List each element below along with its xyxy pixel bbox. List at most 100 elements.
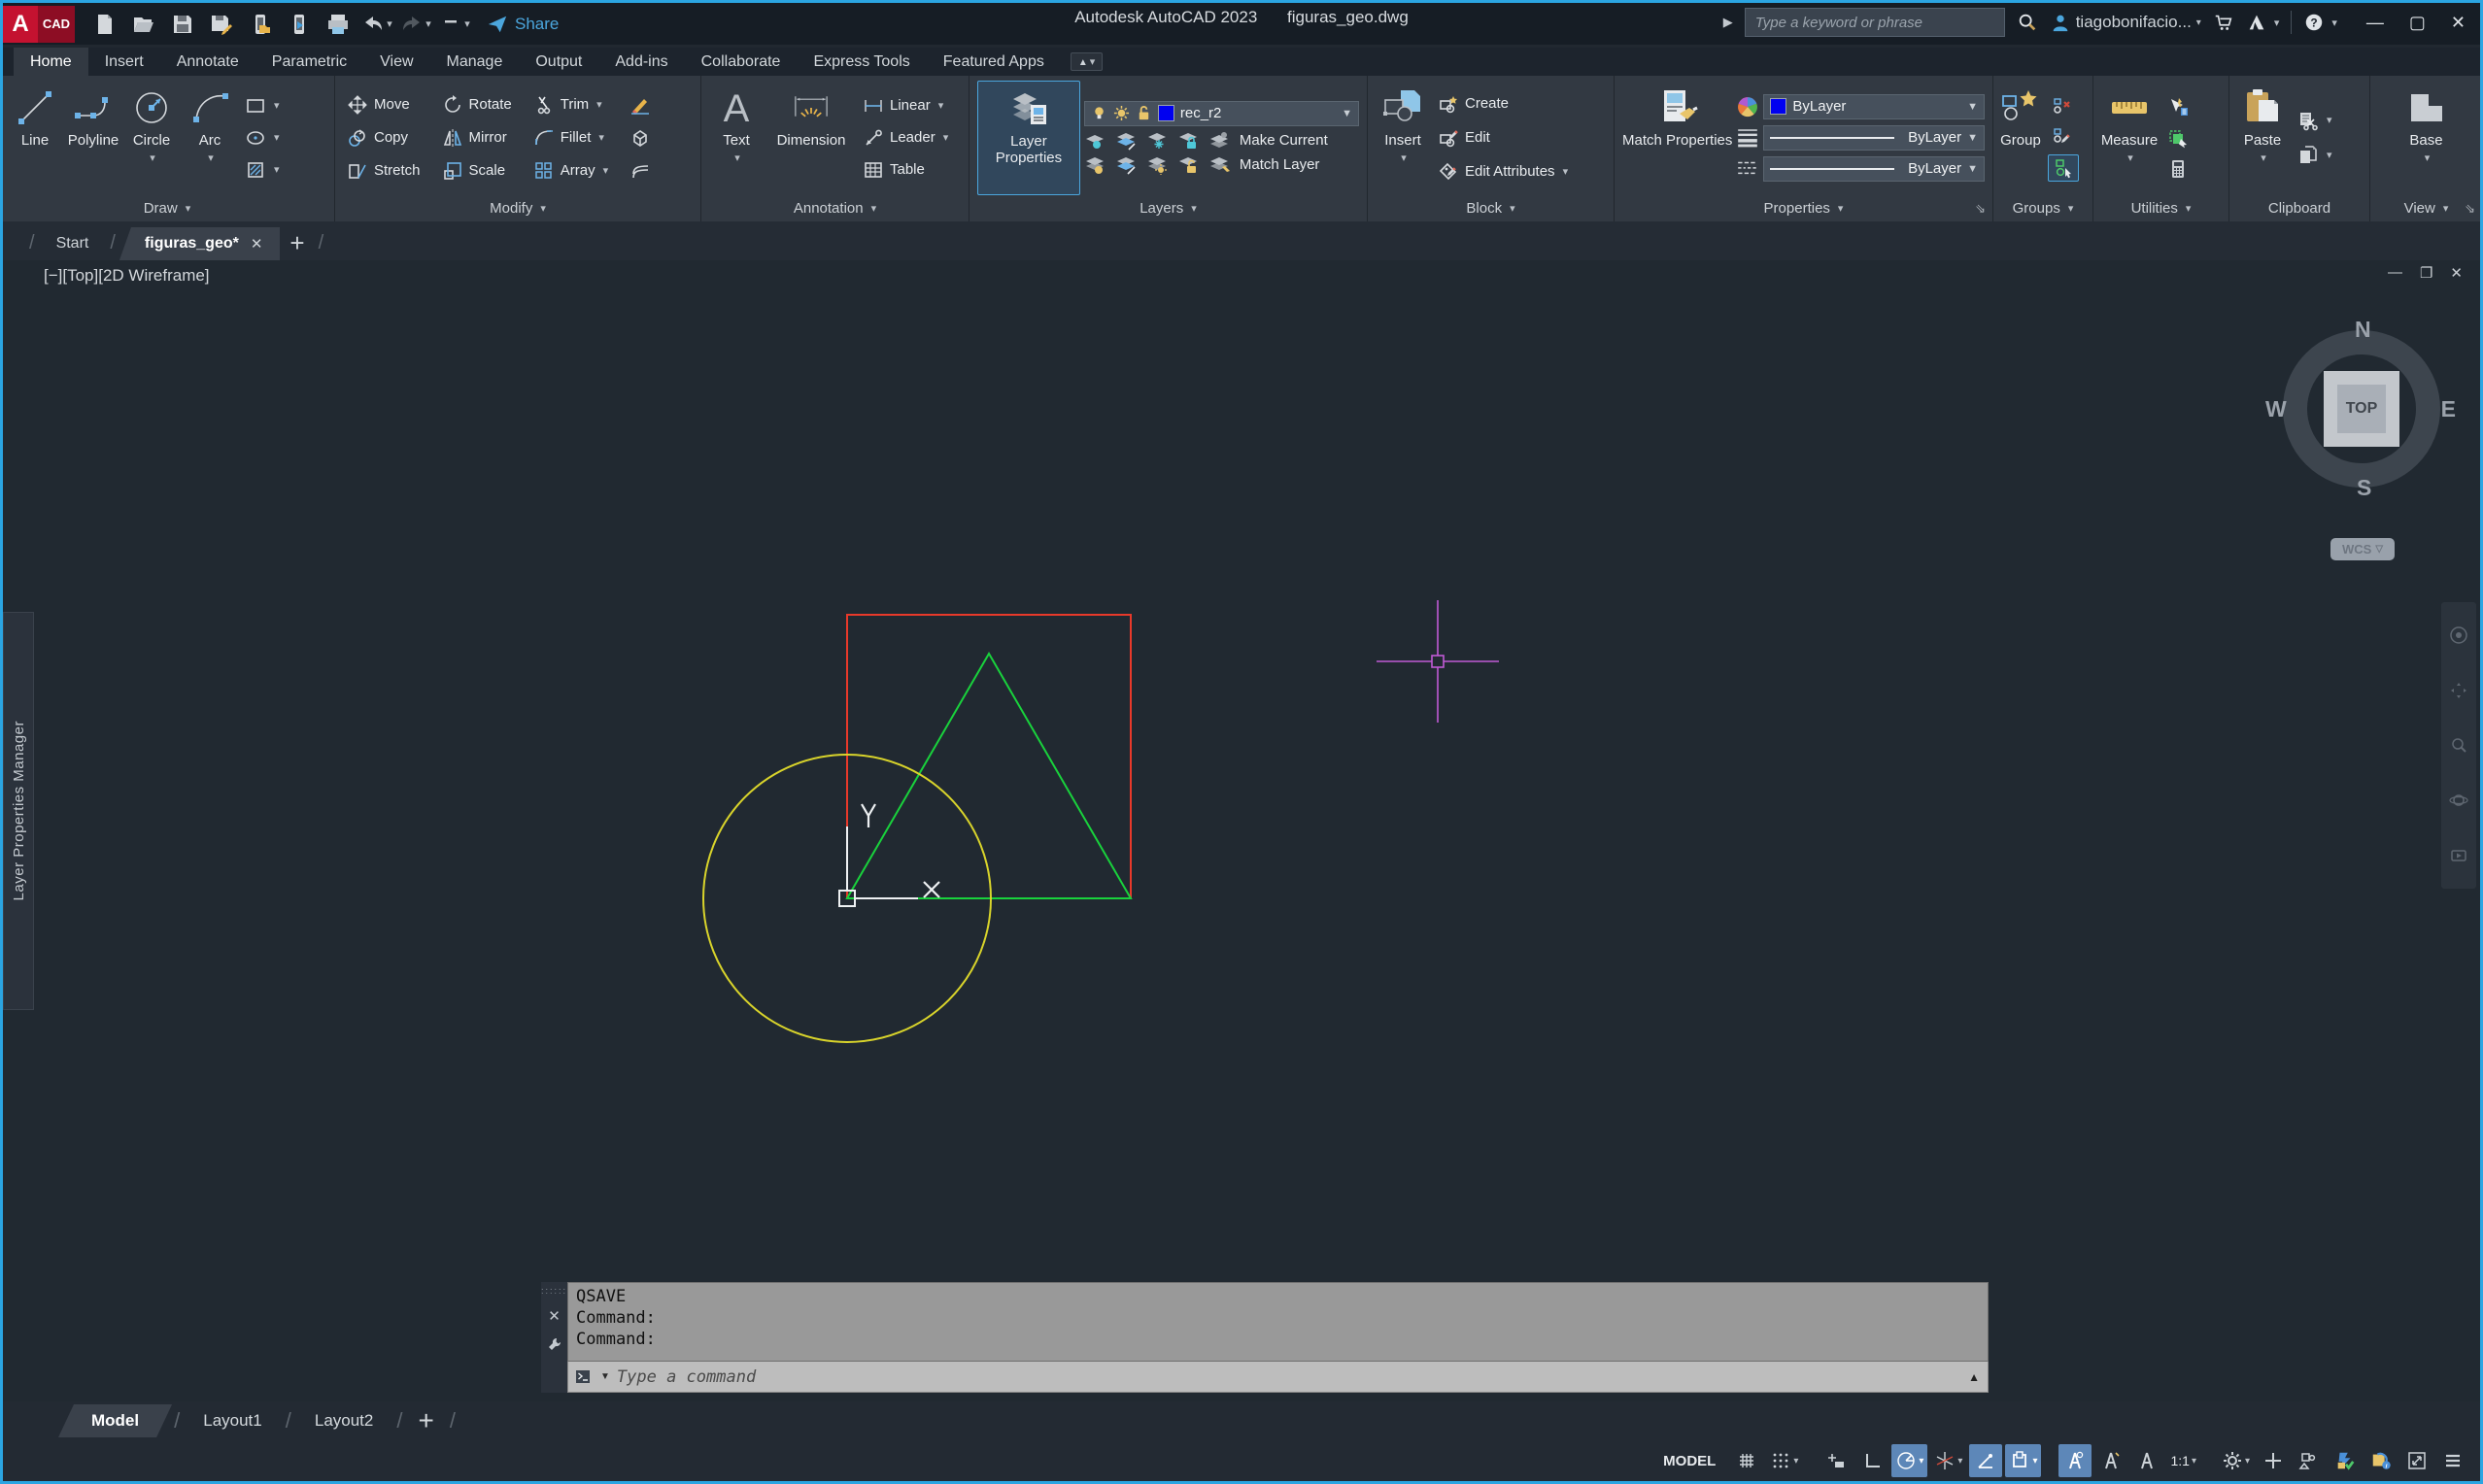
copy-button[interactable]: Copy — [343, 125, 425, 151]
mirror-button[interactable]: Mirror — [438, 125, 516, 151]
snap-caret-icon[interactable]: ▾ — [1793, 1456, 1798, 1467]
drawing-canvas[interactable]: [−] [Top] [2D Wireframe] — ❐ ✕ N W E S T… — [3, 260, 2480, 1401]
new-file-button[interactable] — [88, 9, 121, 40]
panel-label-clipboard[interactable]: Clipboard — [2229, 195, 2369, 221]
search-icon[interactable] — [2017, 12, 2038, 33]
make-current-icon[interactable] — [1208, 131, 1232, 151]
redo-button[interactable] — [399, 9, 432, 40]
autocad-app-menu[interactable]: A CAD — [3, 5, 75, 43]
layer-lock-icon[interactable] — [1177, 131, 1201, 151]
tab-express-tools[interactable]: Express Tools — [797, 48, 926, 76]
dynamic-input-toggle[interactable] — [1820, 1444, 1853, 1477]
panel-label-annotation[interactable]: Annotation — [701, 195, 969, 221]
base-view-button[interactable]: Base — [2396, 81, 2458, 195]
layer-select-combo[interactable]: rec_r2 ▼ — [1083, 100, 1359, 126]
panel-label-groups[interactable]: Groups — [1993, 195, 2092, 221]
leader-button[interactable]: Leader — [859, 125, 952, 151]
polar-tracking-toggle[interactable]: ▾ — [1891, 1444, 1928, 1477]
circle-button[interactable]: Circle — [124, 81, 179, 195]
red-rectangle-entity[interactable] — [846, 614, 1132, 899]
drag-handle-icon[interactable]: :::::: — [541, 1286, 567, 1296]
command-expand-icon[interactable]: ▲ — [1968, 1370, 1980, 1384]
polar-caret-icon[interactable]: ▾ — [1919, 1456, 1923, 1467]
linetype-combo[interactable]: ByLayer ▼ — [1763, 155, 1985, 182]
stretch-button[interactable]: Stretch — [343, 158, 425, 184]
model-space-badge[interactable]: MODEL — [1651, 1444, 1727, 1477]
tab-view[interactable]: View — [363, 48, 429, 76]
array-button[interactable]: Array — [529, 158, 612, 184]
layer-isolate-icon[interactable] — [1115, 131, 1139, 151]
share-button[interactable]: Share — [487, 14, 559, 35]
rectangle-button[interactable] — [241, 93, 284, 118]
qat-customize-button[interactable] — [438, 9, 471, 40]
close-button[interactable]: ✕ — [2451, 13, 2466, 33]
layer-on-icon[interactable] — [1084, 155, 1107, 175]
tab-featured-apps[interactable]: Featured Apps — [927, 48, 1061, 76]
layer-sun-icon[interactable] — [1146, 155, 1170, 175]
fillet-button[interactable]: Fillet — [529, 125, 612, 151]
command-close-icon[interactable]: ✕ — [548, 1307, 561, 1325]
user-account-button[interactable]: tiagobonifacio... ▾ — [2050, 12, 2201, 33]
polyline-button[interactable]: Polyline — [66, 81, 120, 195]
isometric-drafting-toggle[interactable]: ▾ — [1930, 1444, 1966, 1477]
autodesk-apps-button[interactable] — [2246, 12, 2280, 33]
annotation-scale-value[interactable]: 1:1 ▾ — [2166, 1444, 2200, 1477]
select-similar-button[interactable] — [2163, 125, 2193, 151]
crosshair-plus-button[interactable] — [2257, 1444, 2290, 1477]
object-snap-toggle[interactable]: ▾ — [2005, 1444, 2042, 1477]
cut-button[interactable] — [2294, 108, 2336, 133]
panel-label-view[interactable]: View ⇘ — [2370, 195, 2482, 221]
group-selection-toggle[interactable] — [2048, 153, 2079, 182]
save-button[interactable] — [166, 9, 199, 40]
lineweight-combo[interactable]: ByLayer ▼ — [1763, 124, 1985, 151]
maximize-button[interactable]: ▢ — [2409, 13, 2426, 33]
dimension-button[interactable]: Dimension — [767, 81, 855, 195]
panel-label-utilities[interactable]: Utilities — [2093, 195, 2228, 221]
search-input[interactable] — [1744, 8, 2005, 37]
arc-button[interactable]: Arc — [183, 81, 237, 195]
ribbon-minimize-button[interactable]: ▲ — [1070, 52, 1104, 71]
paste-button[interactable]: Paste — [2235, 81, 2290, 195]
tab-parametric[interactable]: Parametric — [255, 48, 363, 76]
hardware-acceleration-button[interactable]: i — [2364, 1444, 2398, 1477]
measure-button[interactable]: Measure — [2099, 81, 2160, 195]
snap-mode-toggle[interactable]: ▾ — [1766, 1444, 1802, 1477]
customization-menu-button[interactable] — [2436, 1444, 2469, 1477]
gear-caret-icon[interactable]: ▾ — [2245, 1456, 2250, 1467]
panel-label-modify[interactable]: Modify — [335, 195, 700, 221]
object-color-icon[interactable] — [1736, 95, 1759, 118]
create-block-button[interactable]: Create — [1434, 91, 1572, 117]
file-tab-start[interactable]: Start — [39, 227, 107, 260]
new-drawing-tab-button[interactable]: + — [289, 228, 304, 258]
linear-dimension-button[interactable]: Linear — [859, 93, 952, 118]
tab-insert[interactable]: Insert — [88, 48, 160, 76]
text-button[interactable]: A Text — [709, 81, 764, 195]
annotation-scale-icon[interactable] — [2130, 1444, 2163, 1477]
save-to-web-button[interactable] — [283, 9, 316, 40]
panel-label-draw[interactable]: Draw — [0, 195, 334, 221]
move-button[interactable]: Move — [343, 92, 425, 118]
edit-block-button[interactable]: Edit — [1434, 125, 1572, 151]
rotate-button[interactable]: Rotate — [438, 92, 516, 118]
command-history[interactable]: QSAVE Command: Command: — [567, 1282, 1989, 1362]
tab-addins[interactable]: Add-ins — [598, 48, 684, 76]
ellipse-button[interactable] — [241, 125, 284, 151]
ortho-mode-toggle[interactable] — [1855, 1444, 1888, 1477]
file-tab-close-icon[interactable]: ✕ — [251, 235, 263, 253]
tab-manage[interactable]: Manage — [430, 48, 520, 76]
command-prompt-icon[interactable] — [576, 1369, 594, 1385]
erase-button[interactable] — [626, 92, 655, 118]
offset-button[interactable] — [626, 158, 655, 184]
edit-attributes-button[interactable]: Edit Attributes — [1434, 159, 1572, 185]
hatch-button[interactable] — [241, 157, 284, 183]
panel-label-layers[interactable]: Layers — [969, 195, 1367, 221]
autoscale-annotation-toggle[interactable] — [2094, 1444, 2127, 1477]
layer-properties-button[interactable]: Layer Properties — [977, 80, 1080, 195]
grid-display-toggle[interactable] — [1730, 1444, 1763, 1477]
layer-freeze-icon[interactable] — [1146, 131, 1170, 151]
minimize-button[interactable]: — — [2366, 13, 2384, 33]
make-current-label[interactable]: Make Current — [1240, 132, 1328, 149]
annotation-visibility-toggle[interactable] — [2058, 1444, 2092, 1477]
isodraft-caret-icon[interactable]: ▾ — [1957, 1456, 1962, 1467]
tab-home[interactable]: Home — [14, 48, 88, 76]
